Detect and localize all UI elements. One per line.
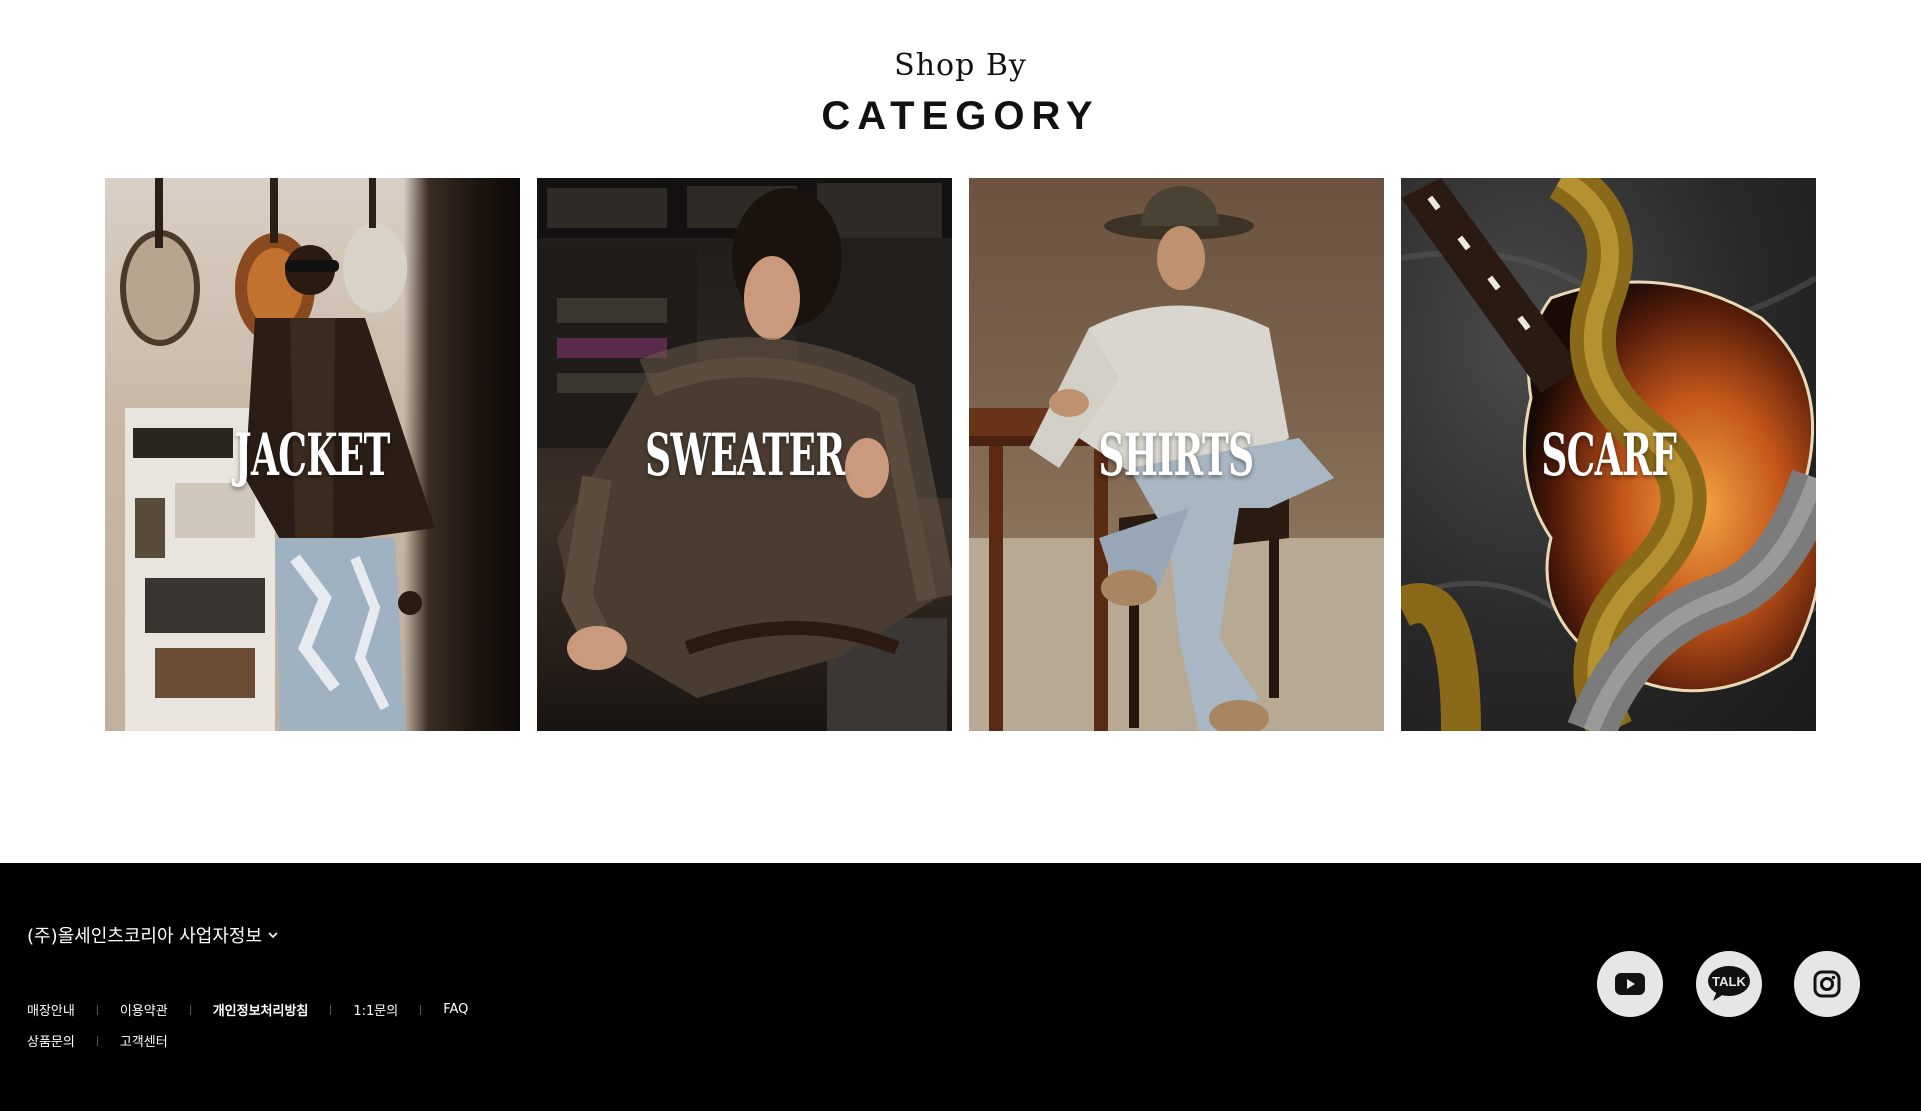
company-info-label: (주)올세인츠코리아 사업자정보 <box>27 926 263 947</box>
category-card-shirts[interactable]: SHIRTS <box>969 178 1384 731</box>
category-grid: JACKET SWEATER SHIRTS SCARF <box>105 178 1817 731</box>
link-one-to-one-inquiry[interactable]: 1:1문의 <box>353 1000 398 1019</box>
category-card-scarf[interactable]: SCARF <box>1401 178 1816 731</box>
kakaotalk-icon: TALK <box>1708 966 1750 1001</box>
instagram-icon <box>1813 970 1841 998</box>
link-customer-center[interactable]: 고객센터 <box>120 1031 168 1050</box>
category-card-sweater[interactable]: SWEATER <box>537 178 952 731</box>
link-terms[interactable]: 이용약관 <box>120 1000 168 1019</box>
footer-links-row-2: 상품문의 고객센터 <box>27 1031 168 1050</box>
category-label-jacket: JACKET <box>234 420 391 489</box>
link-store-locator[interactable]: 매장안내 <box>27 1000 75 1019</box>
divider <box>420 1004 422 1015</box>
divider <box>189 1004 191 1015</box>
footer-links-row-1: 매장안내 이용약관 개인정보처리방침 1:1문의 FAQ <box>27 1000 468 1019</box>
category-card-jacket[interactable]: JACKET <box>105 178 520 731</box>
kakaotalk-button[interactable]: TALK <box>1696 951 1762 1017</box>
category-title: CATEGORY <box>821 94 1100 138</box>
youtube-icon <box>1615 973 1645 995</box>
chevron-down-icon <box>268 932 278 939</box>
site-footer: (주)올세인츠코리아 사업자정보 매장안내 이용약관 개인정보처리방침 1:1문… <box>0 863 1921 1111</box>
divider <box>330 1004 332 1015</box>
link-privacy-policy[interactable]: 개인정보처리방침 <box>213 1000 309 1019</box>
instagram-button[interactable] <box>1794 951 1860 1017</box>
divider <box>96 1035 98 1046</box>
svg-text:TALK: TALK <box>1712 974 1746 989</box>
link-product-inquiry[interactable]: 상품문의 <box>27 1031 75 1050</box>
company-info-toggle[interactable]: (주)올세인츠코리아 사업자정보 <box>27 922 278 948</box>
link-faq[interactable]: FAQ <box>443 1002 468 1017</box>
category-label-shirts: SHIRTS <box>1098 420 1255 489</box>
youtube-button[interactable] <box>1597 951 1663 1017</box>
category-label-scarf: SCARF <box>1541 420 1676 489</box>
category-label-sweater: SWEATER <box>644 420 845 489</box>
divider <box>96 1004 98 1015</box>
shop-by-subtitle: Shop By <box>894 48 1027 83</box>
